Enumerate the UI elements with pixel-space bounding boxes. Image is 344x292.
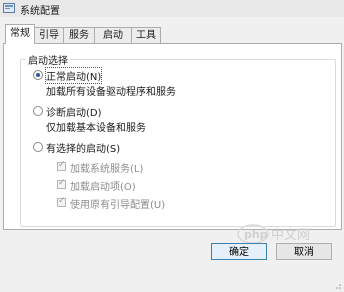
tab-general[interactable]: 常规: [5, 24, 35, 44]
title-bar: 系统配置: [0, 0, 344, 17]
startup-selection-legend: 启动选择: [26, 52, 70, 67]
selective-startup-radio[interactable]: [33, 142, 43, 152]
use-original-boot-config-label: 使用原有引导配置(U): [70, 200, 166, 211]
diagnostic-startup-radio[interactable]: [33, 106, 43, 116]
tab-tools[interactable]: 工具: [131, 27, 161, 43]
svg-text:中文网: 中文网: [271, 228, 310, 243]
resize-grip-icon[interactable]: [334, 282, 342, 290]
checkmark-icon: ✓: [58, 160, 66, 170]
diagnostic-startup-label[interactable]: 诊断启动(D): [46, 104, 102, 119]
use-original-boot-config-checkbox[interactable]: ✓: [57, 196, 66, 207]
load-startup-items-label: 加载启动项(O): [70, 182, 136, 193]
diagnostic-startup-description: 仅加载基本设备和服务: [46, 123, 146, 134]
radio-selected-dot: [36, 73, 40, 77]
normal-startup-description: 加载所有设备驱动程序和服务: [46, 87, 176, 98]
load-system-services-label: 加载系统服务(L): [70, 164, 144, 175]
svg-text:php: php: [244, 228, 268, 241]
checkmark-icon: ✓: [58, 196, 66, 206]
tab-bar: 常规 引导 服务 启动 工具: [0, 23, 344, 44]
load-startup-items-checkbox[interactable]: ✓: [57, 178, 66, 189]
normal-startup-label[interactable]: 正常启动(N): [44, 67, 103, 84]
load-system-services-checkbox[interactable]: ✓: [57, 160, 66, 171]
ok-button[interactable]: 确定: [211, 243, 267, 260]
cancel-button[interactable]: 取消: [276, 243, 332, 260]
normal-startup-radio[interactable]: [33, 70, 43, 80]
tab-boot[interactable]: 引导: [34, 27, 64, 43]
system-config-icon: [3, 3, 15, 13]
tab-startup[interactable]: 启动: [94, 27, 132, 43]
tab-services[interactable]: 服务: [63, 27, 95, 43]
selective-startup-label[interactable]: 有选择的启动(S): [46, 140, 120, 155]
checkmark-icon: ✓: [58, 178, 66, 188]
window-title: 系统配置: [20, 6, 60, 17]
